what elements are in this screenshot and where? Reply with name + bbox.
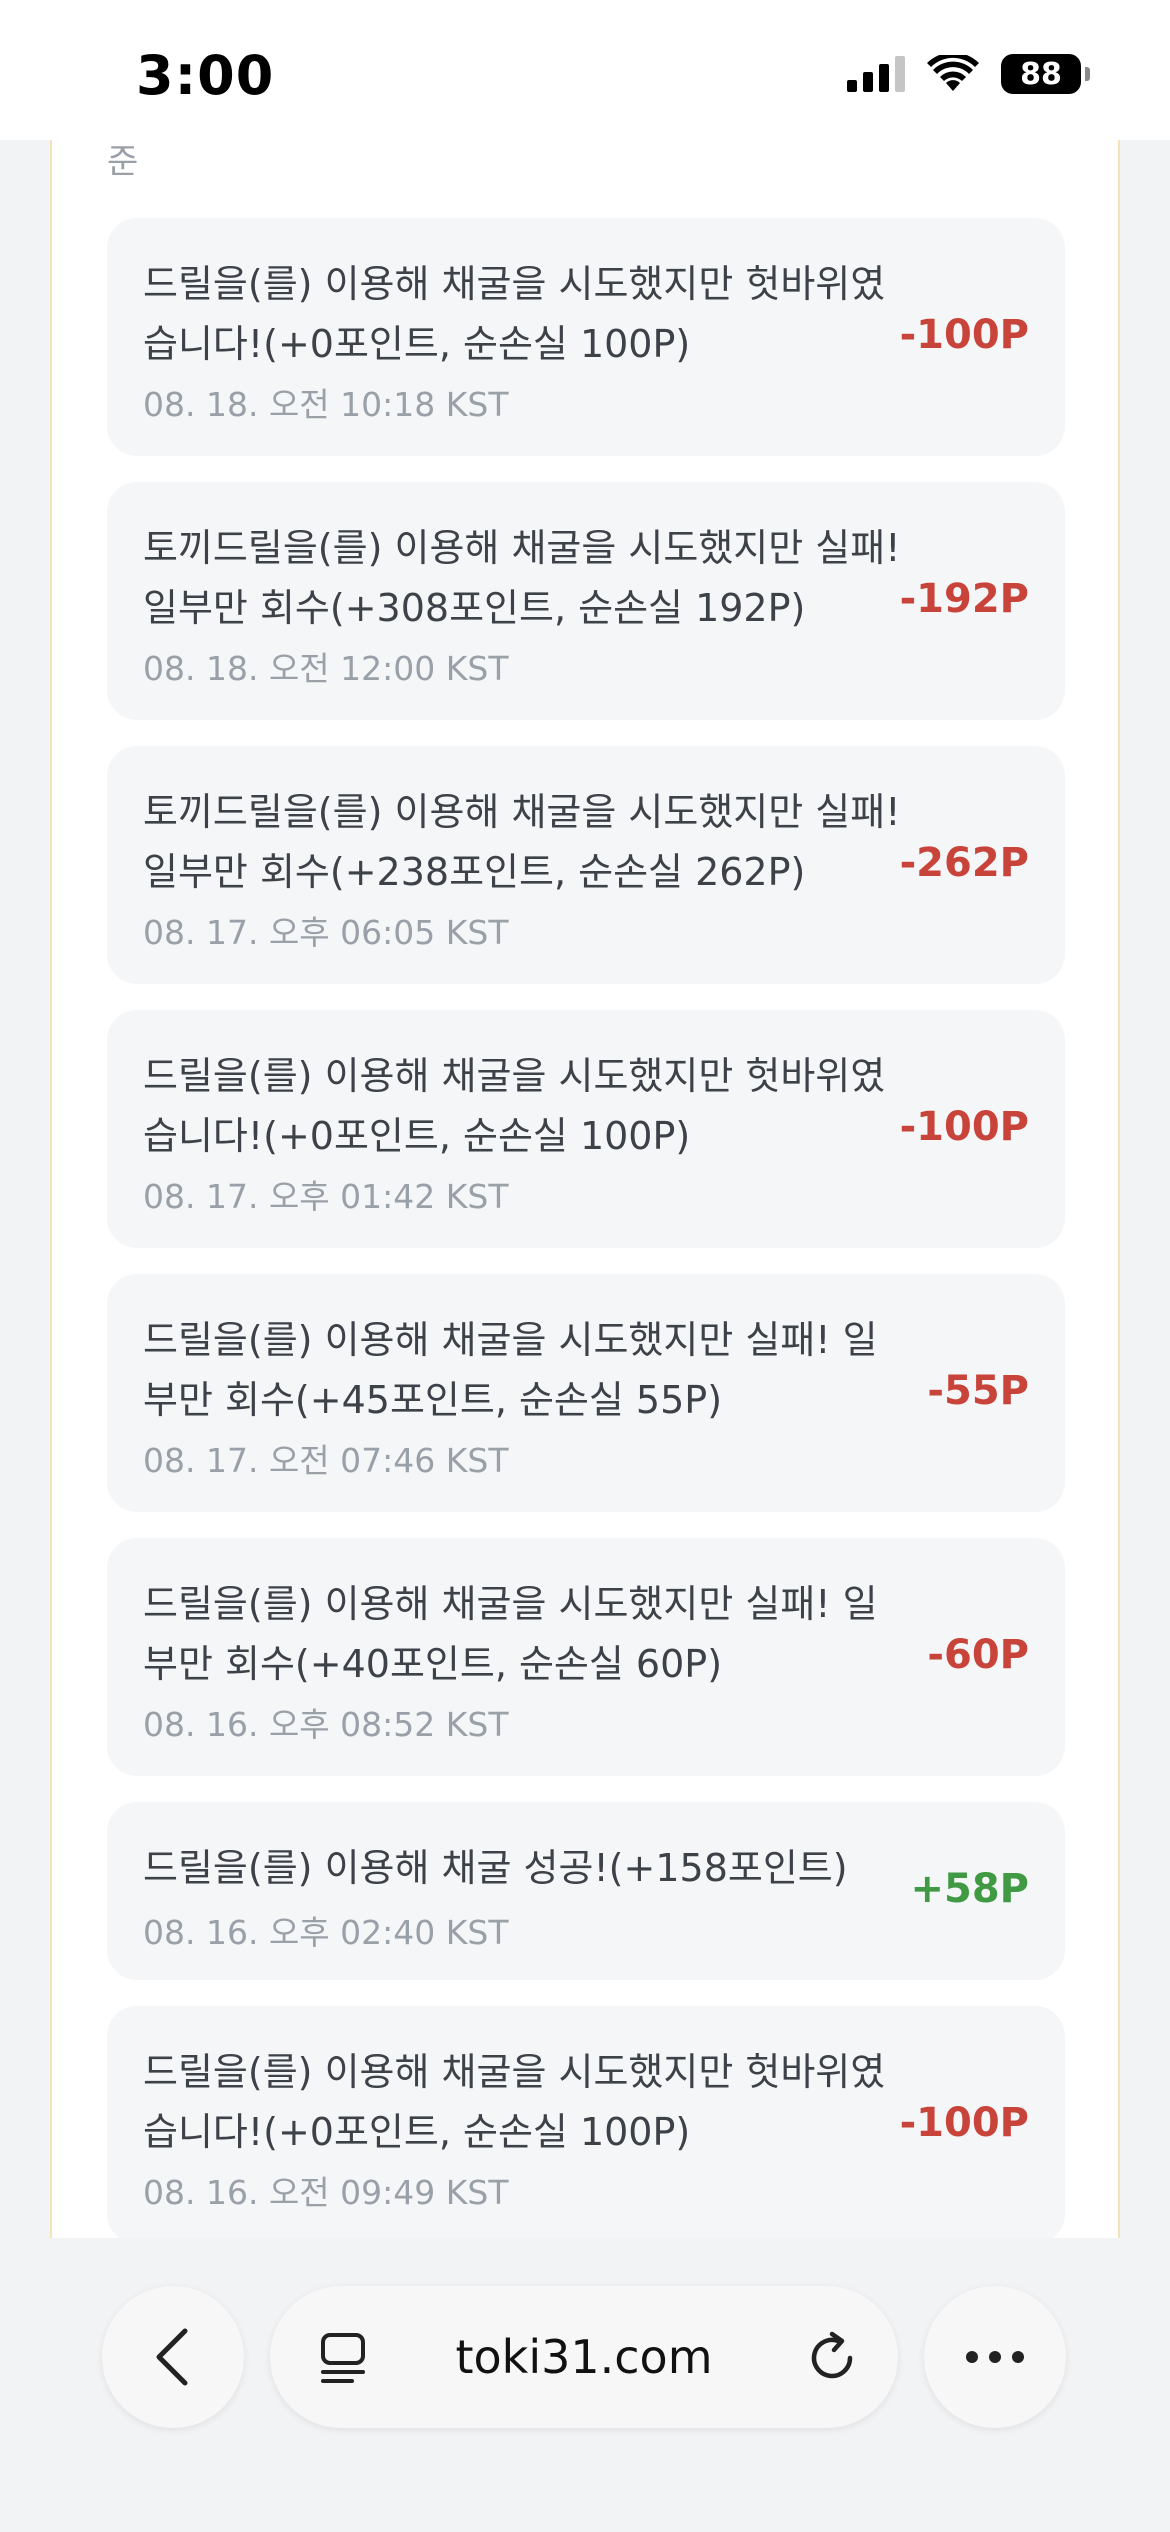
item-date: 08. 16. 오전 09:49 KST	[143, 2173, 509, 2212]
status-time: 3:00	[136, 44, 275, 107]
item-date: 08. 18. 오전 12:00 KST	[143, 649, 509, 688]
cellular-signal-icon	[847, 56, 905, 92]
list-item[interactable]: 드릴을(를) 이용해 채굴을 시도했지만 헛바위였습니다!(+0포인트, 순손실…	[107, 2006, 1065, 2238]
list-item[interactable]: 토끼드릴을(를) 이용해 채굴을 시도했지만 실패! 일부만 회수(+238포인…	[107, 746, 1065, 984]
back-button[interactable]	[102, 2286, 244, 2428]
item-description: 드릴을(를) 이용해 채굴을 시도했지만 헛바위였습니다!(+0포인트, 순손실…	[143, 2050, 886, 2154]
wifi-icon	[927, 55, 979, 91]
battery-icon: 88	[1001, 54, 1081, 94]
list-item[interactable]: 토끼드릴을(를) 이용해 채굴을 시도했지만 실패! 일부만 회수(+308포인…	[107, 482, 1065, 720]
item-date: 08. 17. 오전 07:46 KST	[143, 1441, 509, 1480]
item-date: 08. 18. 오전 10:18 KST	[143, 385, 509, 424]
item-amount: -100P	[899, 2100, 1029, 2146]
battery-level: 88	[1020, 56, 1062, 92]
browser-toolbar: toki31.com	[0, 2238, 1170, 2532]
partial-header-text: 준	[107, 142, 139, 182]
battery-tip	[1085, 67, 1090, 81]
item-date: 08. 17. 오후 01:42 KST	[143, 1177, 509, 1216]
item-date: 08. 17. 오후 06:05 KST	[143, 913, 509, 952]
item-description: 토끼드릴을(를) 이용해 채굴을 시도했지만 실패! 일부만 회수(+308포인…	[143, 526, 901, 630]
item-amount: -262P	[899, 840, 1029, 886]
list-item[interactable]: 드릴을(를) 이용해 채굴 성공!(+158포인트) 08. 16. 오후 02…	[107, 1802, 1065, 1980]
item-amount: +58P	[910, 1866, 1030, 1912]
list-item[interactable]: 드릴을(를) 이용해 채굴을 시도했지만 헛바위였습니다!(+0포인트, 순손실…	[107, 218, 1065, 456]
address-bar[interactable]: toki31.com	[270, 2286, 898, 2428]
item-amount: -192P	[899, 576, 1029, 622]
item-description: 드릴을(를) 이용해 채굴을 시도했지만 헛바위였습니다!(+0포인트, 순손실…	[143, 262, 886, 366]
list-item[interactable]: 드릴을(를) 이용해 채굴을 시도했지만 헛바위였습니다!(+0포인트, 순손실…	[107, 1010, 1065, 1248]
item-description: 드릴을(를) 이용해 채굴을 시도했지만 실패! 일부만 회수(+40포인트, …	[143, 1582, 878, 1686]
item-description: 토끼드릴을(를) 이용해 채굴을 시도했지만 실패! 일부만 회수(+238포인…	[143, 790, 901, 894]
item-date: 08. 16. 오후 02:40 KST	[143, 1913, 509, 1952]
status-icons: 88	[847, 54, 1090, 94]
item-amount: -100P	[899, 312, 1029, 358]
item-description: 드릴을(를) 이용해 채굴을 시도했지만 실패! 일부만 회수(+45포인트, …	[143, 1318, 878, 1422]
points-history-panel: 준 드릴을(를) 이용해 채굴을 시도했지만 헛바위였습니다!(+0포인트, 순…	[50, 140, 1120, 2238]
item-date: 08. 16. 오후 08:52 KST	[143, 1705, 509, 1744]
url-text: toki31.com	[455, 2330, 713, 2384]
item-amount: -100P	[899, 1104, 1029, 1150]
item-amount: -60P	[927, 1632, 1029, 1678]
chevron-left-icon	[156, 2328, 188, 2386]
list-item[interactable]: 드릴을(를) 이용해 채굴을 시도했지만 실패! 일부만 회수(+45포인트, …	[107, 1274, 1065, 1512]
item-amount: -55P	[927, 1368, 1029, 1414]
ellipsis-icon	[966, 2351, 1024, 2363]
list-item[interactable]: 드릴을(를) 이용해 채굴을 시도했지만 실패! 일부만 회수(+40포인트, …	[107, 1538, 1065, 1776]
status-bar: 3:00 88	[0, 0, 1170, 140]
more-options-button[interactable]	[924, 2286, 1066, 2428]
item-description: 드릴을(를) 이용해 채굴을 시도했지만 헛바위였습니다!(+0포인트, 순손실…	[143, 1054, 886, 1158]
reload-icon[interactable]	[806, 2330, 860, 2384]
item-description: 드릴을(를) 이용해 채굴 성공!(+158포인트)	[143, 1846, 848, 1890]
